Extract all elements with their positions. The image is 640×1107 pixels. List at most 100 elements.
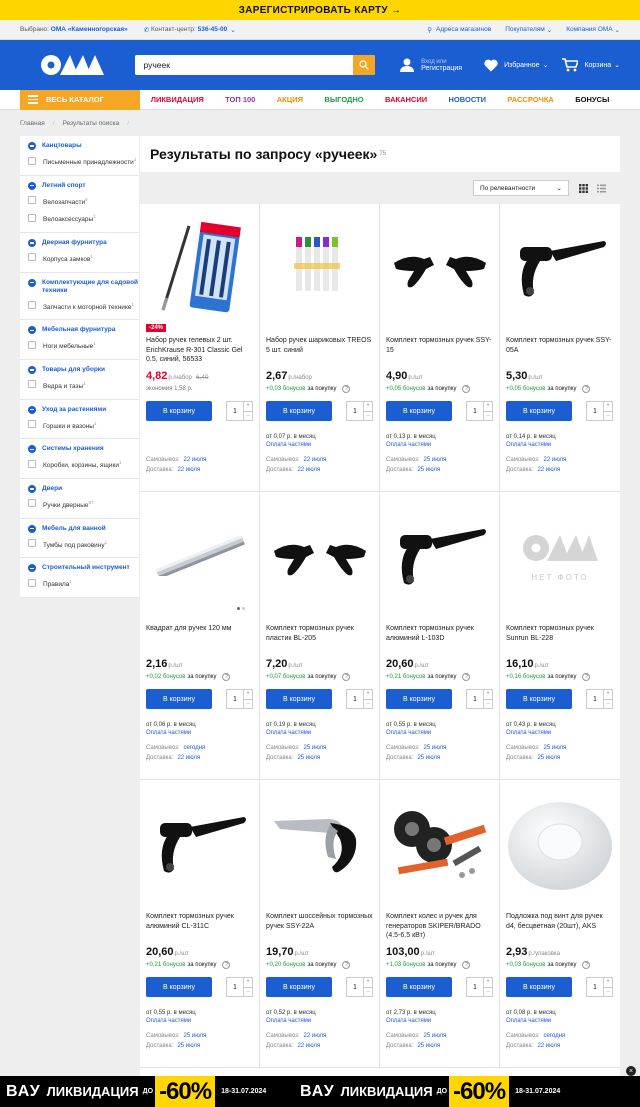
pickup-date[interactable]: 25 июля [424,745,447,751]
filter-group-header[interactable]: Дверная фурнитура [28,238,139,247]
add-to-cart-button[interactable]: В корзину [386,401,452,421]
product-image[interactable] [266,788,373,900]
product-image[interactable] [506,788,614,900]
product-name[interactable]: Подложка под винт для ручек d4, бесцветн… [506,912,614,944]
add-to-cart-button[interactable]: В корзину [266,689,332,709]
register-card-banner[interactable]: ЗАРЕГИСТРИРОВАТЬ КАРТУ → [0,0,640,20]
quantity-value[interactable]: 1 [347,402,363,420]
customers-menu[interactable]: Покупателям [505,26,545,33]
add-to-cart-button[interactable]: В корзину [266,977,332,997]
delivery-date[interactable]: 25 июля [417,467,440,473]
increase-button[interactable]: + [484,978,492,988]
sort-select[interactable]: По релевантности ⌄ [473,180,569,196]
delivery-date[interactable]: 25 июля [417,1043,440,1049]
checkbox[interactable] [28,578,36,587]
close-icon[interactable]: × [626,1066,636,1076]
add-to-cart-button[interactable]: В корзину [386,689,452,709]
delivery-date[interactable]: 25 июля [417,755,440,761]
breadcrumb-home[interactable]: Главная [20,120,45,127]
search-input[interactable] [135,55,354,75]
quantity-stepper[interactable]: 1 + − [226,401,253,421]
increase-button[interactable]: + [364,978,372,988]
pickup-date[interactable]: 22 июля [304,457,327,463]
quantity-value[interactable]: 1 [587,690,603,708]
help-icon[interactable]: ? [462,961,471,969]
quantity-stepper[interactable]: 1 + − [586,401,613,421]
checkbox[interactable] [28,301,36,310]
help-icon[interactable]: ? [342,961,351,969]
installment-link[interactable]: Оплата частями [386,441,493,449]
filter-option[interactable]: Корпуса замков1 [28,253,139,265]
increase-button[interactable]: + [604,690,612,700]
installment-link[interactable]: Оплата частями [506,1017,614,1025]
filter-option[interactable]: Велозапчасти6 [28,196,139,208]
checkbox[interactable] [28,213,36,222]
quantity-stepper[interactable]: 1 + − [586,689,613,709]
installment-link[interactable]: Оплата частями [506,441,614,449]
filter-group-header[interactable]: Уход за растениями [28,405,139,414]
installment-link[interactable]: Оплата частями [386,729,493,737]
filter-option[interactable]: Письменные принадлежности1 [28,156,139,168]
help-icon[interactable]: ? [462,673,471,681]
product-image[interactable] [386,788,493,900]
installment-link[interactable]: Оплата частями [146,729,253,737]
product-name[interactable]: Комплект тормозных ручек пластик BL-205 [266,624,373,656]
image-carousel-dots[interactable] [235,607,245,610]
liquidation-banner[interactable]: ВАУ ЛИКВИДАЦИЯ ДО -60% 18-31.07.2024 ВАУ… [0,1076,640,1107]
decrease-button[interactable]: − [244,988,252,997]
add-to-cart-button[interactable]: В корзину [146,977,212,997]
delivery-date[interactable]: 25 июля [177,1043,200,1049]
filter-group-header[interactable]: Строительный инструмент [28,564,139,573]
add-to-cart-button[interactable]: В корзину [146,401,212,421]
checkbox[interactable] [28,253,36,262]
cart-link[interactable]: Корзина ⌄ [562,58,620,72]
decrease-button[interactable]: − [364,988,372,997]
list-view-icon[interactable] [597,184,606,193]
delivery-date[interactable]: 25 июля [297,755,320,761]
filter-group-header[interactable]: Системы хранения [28,445,139,454]
filter-option[interactable]: Ноги мебельные1 [28,340,139,352]
pickup-date[interactable]: 25 июля [544,745,567,751]
product-name[interactable]: Комплект тормозных ручек Sunrun BL-228 [506,624,614,656]
nav-link[interactable]: ВЫГОДНО [324,95,363,104]
quantity-value[interactable]: 1 [227,402,243,420]
quantity-value[interactable]: 1 [227,690,243,708]
filter-option[interactable]: Ручки дверные57 [28,499,139,511]
checkbox[interactable] [28,196,36,205]
search-button[interactable] [353,55,376,75]
pickup-date[interactable]: 25 июля [304,745,327,751]
decrease-button[interactable]: − [244,700,252,709]
product-image[interactable] [266,500,373,612]
delivery-date[interactable]: 22 июля [537,467,560,473]
filter-group-header[interactable]: Двери [28,484,139,493]
quantity-value[interactable]: 1 [467,690,483,708]
increase-button[interactable]: + [484,690,492,700]
help-icon[interactable]: ? [582,673,591,681]
increase-button[interactable]: + [244,978,252,988]
installment-link[interactable]: Оплата частями [266,441,373,449]
installment-link[interactable]: Оплата частями [386,1017,493,1025]
product-image[interactable]: -24% [146,212,253,332]
quantity-stepper[interactable]: 1 + − [466,689,493,709]
contact-phone[interactable]: 536-45-00 [198,26,228,33]
add-to-cart-button[interactable]: В корзину [146,689,212,709]
store-addresses-link[interactable]: Адреса магазинов [436,26,491,33]
installment-link[interactable]: Оплата частями [146,1017,253,1025]
decrease-button[interactable]: − [604,988,612,997]
product-name[interactable]: Набор ручек гелевых 2 шт. ErichKrause R-… [146,336,253,368]
checkbox[interactable] [28,156,36,165]
nav-link[interactable]: АКЦИЯ [277,95,303,104]
quantity-stepper[interactable]: 1 + − [466,977,493,997]
filter-group-header[interactable]: Летний спорт [28,181,139,190]
filter-group-header[interactable]: Товары для уборки [28,365,139,374]
product-image[interactable] [386,212,493,324]
checkbox[interactable] [28,499,36,508]
add-to-cart-button[interactable]: В корзину [506,689,572,709]
product-image[interactable] [506,212,614,324]
quantity-value[interactable]: 1 [587,402,603,420]
filter-option[interactable]: Правила1 [28,578,139,590]
delivery-date[interactable]: 22 июля [297,467,320,473]
delivery-date[interactable]: 22 июля [177,755,200,761]
decrease-button[interactable]: − [364,412,372,421]
product-name[interactable]: Комплект тормозных ручек SSY-15 [386,336,493,368]
